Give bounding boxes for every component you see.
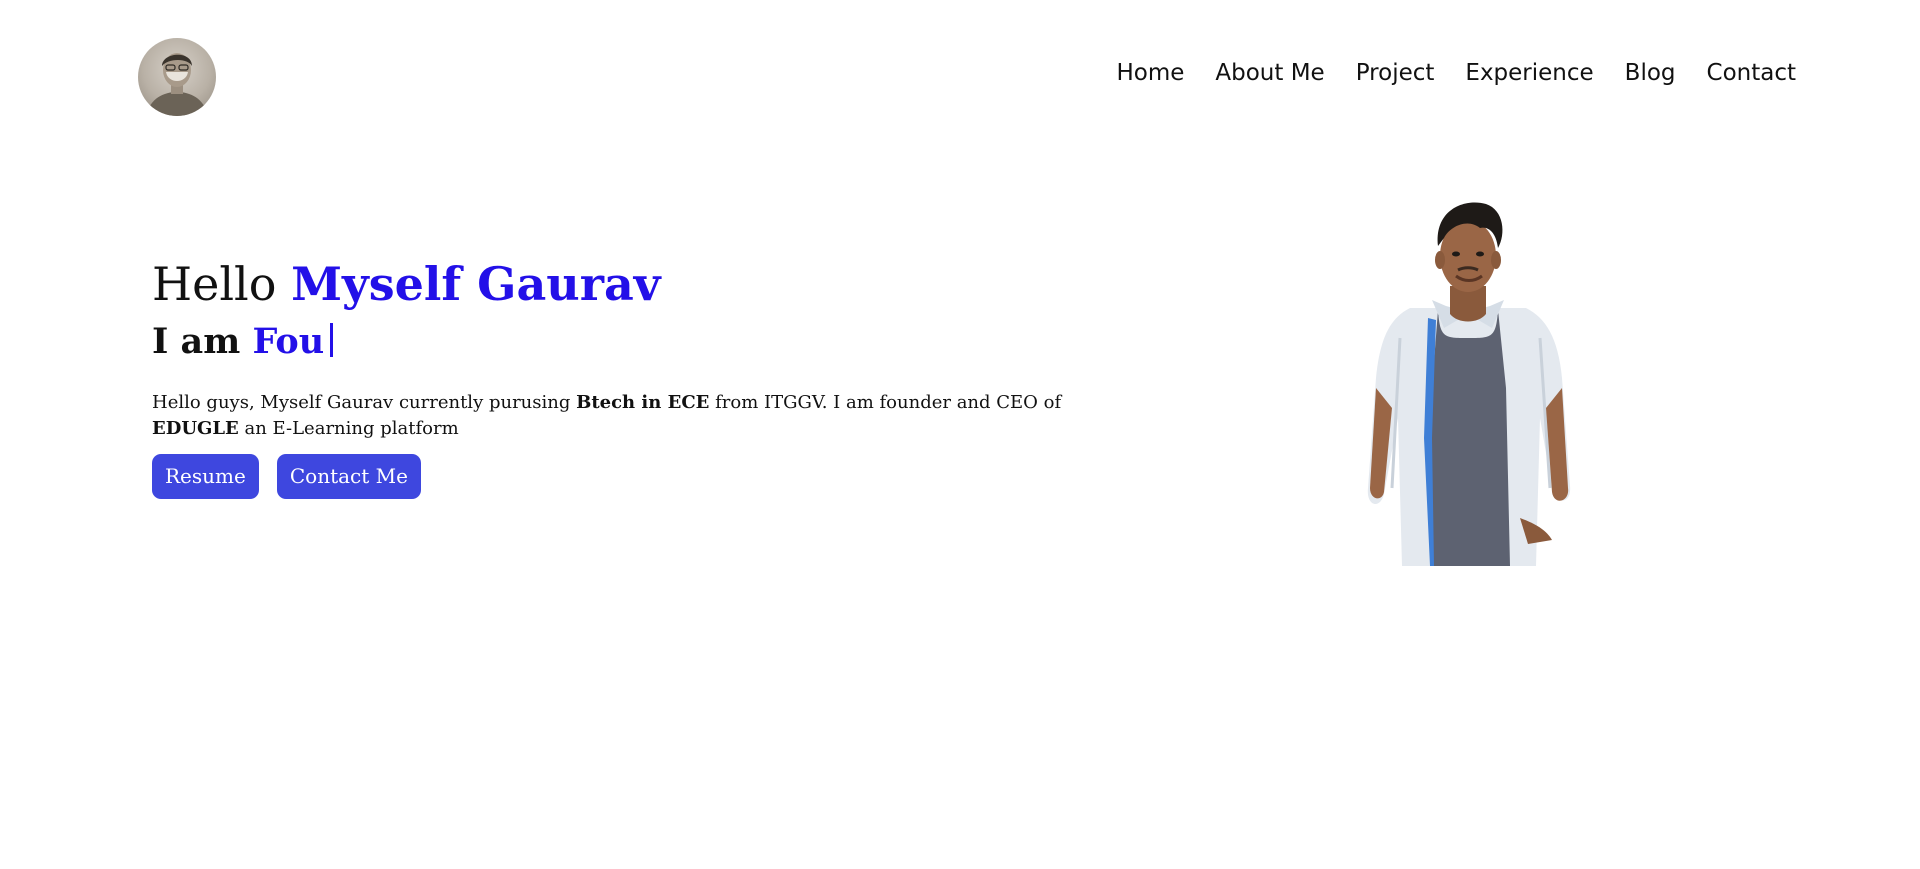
hero-greeting: Hello [152, 257, 277, 311]
nav-project[interactable]: Project [1356, 58, 1435, 88]
intro-company: EDUGLE [152, 418, 239, 439]
intro-paragraph: Hello guys, Myself Gaurav currently puru… [152, 390, 1152, 442]
nav-home[interactable]: Home [1116, 58, 1184, 88]
nav-blog[interactable]: Blog [1625, 58, 1676, 88]
hero-subtitle-prefix: I am [152, 321, 241, 362]
main-nav: Home About Me Project Experience Blog Co… [1116, 58, 1796, 88]
avatar-photo-icon [146, 53, 208, 116]
intro-text-1: Hello guys, Myself Gaurav currently puru… [152, 392, 577, 413]
intro-text-2: from ITGGV. I am founder and CEO of [709, 392, 1062, 413]
nav-about-me[interactable]: About Me [1215, 58, 1324, 88]
avatar[interactable] [138, 38, 216, 116]
hero-title: Hello Myself Gaurav [152, 254, 1152, 314]
typed-text: Fou [252, 321, 325, 362]
hero-subtitle: I am Fou [152, 316, 1152, 368]
nav-contact[interactable]: Contact [1707, 58, 1796, 88]
intro-degree: Btech in ECE [576, 392, 710, 413]
typing-cursor [330, 323, 334, 357]
person-portrait-icon [1367, 202, 1571, 566]
resume-button[interactable]: Resume [152, 454, 259, 499]
intro-text-3: an E-Learning platform [238, 418, 459, 439]
contact-me-button[interactable]: Contact Me [276, 454, 421, 499]
hero-name: Myself Gaurav [291, 257, 661, 311]
hero-section: Hello Myself Gaurav I am Fou Hello guys,… [152, 254, 1152, 499]
profile-portrait [1340, 188, 1590, 566]
hero-buttons: Resume Contact Me [152, 454, 1152, 499]
nav-experience[interactable]: Experience [1465, 58, 1593, 88]
